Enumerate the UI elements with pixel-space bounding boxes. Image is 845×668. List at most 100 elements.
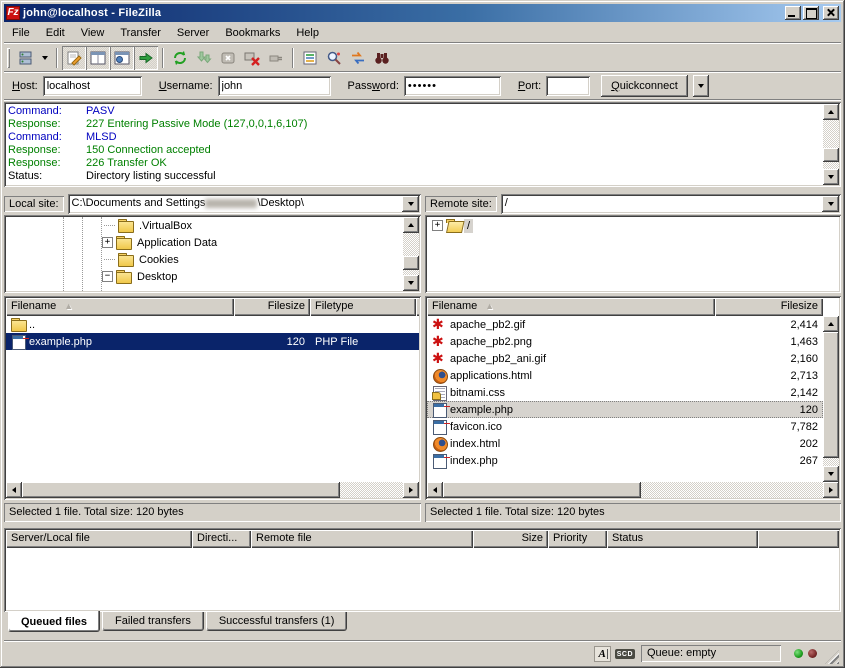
menu-bookmarks[interactable]: Bookmarks bbox=[217, 25, 288, 41]
remote-horizontal-scrollbar[interactable] bbox=[427, 482, 839, 498]
file-row[interactable]: apache_pb2_ani.gif2,160 bbox=[427, 350, 823, 367]
file-row-parent-dir[interactable]: .. bbox=[6, 316, 419, 333]
toggle-local-tree-button[interactable] bbox=[86, 46, 110, 70]
quickconnect-button[interactable]: Quickconnect bbox=[601, 75, 688, 97]
scroll-track[interactable] bbox=[823, 332, 839, 466]
scroll-track[interactable] bbox=[641, 482, 823, 498]
toggle-remote-tree-button[interactable] bbox=[110, 46, 134, 70]
local-horizontal-scrollbar[interactable] bbox=[6, 482, 419, 498]
file-row-selected[interactable]: example.php120 bbox=[427, 401, 823, 418]
column-header-filesize[interactable]: Filesize bbox=[234, 298, 310, 316]
tree-item-application-data[interactable]: Application Data bbox=[6, 234, 403, 251]
minimize-button[interactable] bbox=[785, 6, 801, 20]
column-header-filename[interactable]: Filename▲ bbox=[6, 298, 234, 316]
disconnect-button[interactable] bbox=[240, 46, 264, 70]
local-path-dropdown-button[interactable] bbox=[402, 196, 419, 212]
file-row[interactable]: apache_pb2.gif2,414 bbox=[427, 316, 823, 333]
file-row[interactable]: index.html202 bbox=[427, 435, 823, 452]
tab-queued-files[interactable]: Queued files bbox=[8, 611, 100, 632]
scroll-left-button[interactable] bbox=[6, 482, 22, 498]
refresh-button[interactable] bbox=[168, 46, 192, 70]
site-manager-dropdown-button[interactable] bbox=[38, 46, 52, 70]
column-header-server-local-file[interactable]: Server/Local file bbox=[6, 530, 192, 548]
column-header-remote-file[interactable]: Remote file bbox=[251, 530, 473, 548]
scroll-track[interactable] bbox=[340, 482, 403, 498]
menu-view[interactable]: View bbox=[73, 25, 113, 41]
scroll-thumb[interactable] bbox=[22, 482, 340, 498]
scroll-right-button[interactable] bbox=[823, 482, 839, 498]
remote-file-list: Filename▲ Filesize apache_pb2.gif2,414 a… bbox=[425, 296, 841, 500]
file-row[interactable]: index.php267 bbox=[427, 452, 823, 469]
toolbar-grip[interactable] bbox=[7, 48, 10, 68]
column-header-size[interactable]: Size bbox=[473, 530, 548, 548]
port-input[interactable] bbox=[546, 76, 590, 96]
menu-server[interactable]: Server bbox=[169, 25, 217, 41]
column-header-status[interactable]: Status bbox=[607, 530, 758, 548]
scroll-thumb[interactable] bbox=[823, 332, 839, 458]
file-row[interactable]: bitnami.css2,142 bbox=[427, 384, 823, 401]
column-header-filesize[interactable]: Filesize bbox=[715, 298, 823, 316]
tree-item-root[interactable]: / bbox=[427, 217, 839, 234]
quickconnect-dropdown-button[interactable] bbox=[693, 75, 709, 97]
tab-failed-transfers[interactable]: Failed transfers bbox=[102, 612, 204, 631]
remote-path-dropdown-button[interactable] bbox=[822, 196, 839, 212]
site-manager-button[interactable] bbox=[14, 46, 38, 70]
scroll-left-button[interactable] bbox=[427, 482, 443, 498]
column-header-lastmodified[interactable]: L bbox=[416, 298, 419, 316]
username-input[interactable] bbox=[218, 76, 331, 96]
scroll-up-button[interactable] bbox=[823, 104, 839, 120]
scroll-up-button[interactable] bbox=[823, 316, 839, 332]
menu-help[interactable]: Help bbox=[288, 25, 327, 41]
menu-transfer[interactable]: Transfer bbox=[112, 25, 169, 41]
scroll-thumb[interactable] bbox=[443, 482, 641, 498]
scroll-down-button[interactable] bbox=[403, 275, 419, 291]
file-row[interactable]: apache_pb2.png1,463 bbox=[427, 333, 823, 350]
scroll-thumb[interactable] bbox=[403, 256, 419, 270]
remote-path-combo[interactable]: / bbox=[501, 194, 841, 214]
column-header-filetype[interactable]: Filetype bbox=[310, 298, 416, 316]
scroll-down-button[interactable] bbox=[823, 466, 839, 482]
host-input[interactable] bbox=[43, 76, 142, 96]
scroll-down-button[interactable] bbox=[823, 169, 839, 185]
synchronized-browsing-button[interactable] bbox=[346, 46, 370, 70]
column-header-filename[interactable]: Filename▲ bbox=[427, 298, 715, 316]
column-header-direction[interactable]: Directi... bbox=[192, 530, 251, 548]
file-row[interactable]: favicon.ico7,782 bbox=[427, 418, 823, 435]
log-vertical-scrollbar[interactable] bbox=[823, 104, 839, 185]
scroll-track[interactable] bbox=[403, 233, 419, 275]
local-path-combo[interactable]: C:\Documents and Settings\Desktop\ bbox=[68, 194, 421, 214]
collapse-icon[interactable] bbox=[102, 271, 113, 282]
remote-vertical-scrollbar[interactable] bbox=[823, 316, 839, 482]
expand-icon[interactable] bbox=[432, 220, 443, 231]
process-queue-button[interactable] bbox=[192, 46, 216, 70]
tree-connector bbox=[104, 259, 115, 260]
file-row-example-php[interactable]: example.php 120 PHP File 1 bbox=[6, 333, 419, 350]
chevron-down-icon bbox=[408, 202, 414, 206]
tab-successful-transfers[interactable]: Successful transfers (1) bbox=[206, 612, 348, 631]
close-button[interactable] bbox=[823, 6, 839, 20]
tree-item-cookies[interactable]: Cookies bbox=[6, 251, 403, 268]
directory-comparison-button[interactable] bbox=[322, 46, 346, 70]
toggle-transfer-queue-button[interactable] bbox=[134, 46, 158, 70]
toggle-message-log-button[interactable] bbox=[62, 46, 86, 70]
scroll-right-button[interactable] bbox=[403, 482, 419, 498]
titlebar[interactable]: Fz john@localhost - FileZilla bbox=[4, 4, 841, 22]
scroll-track[interactable] bbox=[823, 120, 839, 169]
local-tree-vertical-scrollbar[interactable] bbox=[403, 217, 419, 291]
column-header-priority[interactable]: Priority bbox=[548, 530, 607, 548]
file-row[interactable]: applications.html2,713 bbox=[427, 367, 823, 384]
directory-filters-button[interactable] bbox=[298, 46, 322, 70]
cancel-operation-button[interactable] bbox=[216, 46, 240, 70]
find-files-button[interactable] bbox=[370, 46, 394, 70]
menu-edit[interactable]: Edit bbox=[38, 25, 73, 41]
tree-item-virtualbox[interactable]: .VirtualBox bbox=[6, 217, 403, 234]
scroll-up-button[interactable] bbox=[403, 217, 419, 233]
password-input[interactable] bbox=[404, 76, 501, 96]
menu-file[interactable]: File bbox=[4, 25, 38, 41]
reconnect-button[interactable] bbox=[264, 46, 288, 70]
scroll-thumb[interactable] bbox=[823, 148, 839, 162]
expand-icon[interactable] bbox=[102, 237, 113, 248]
tree-item-desktop[interactable]: Desktop bbox=[6, 268, 403, 285]
maximize-button[interactable] bbox=[803, 6, 819, 20]
resize-grip[interactable] bbox=[825, 650, 839, 664]
